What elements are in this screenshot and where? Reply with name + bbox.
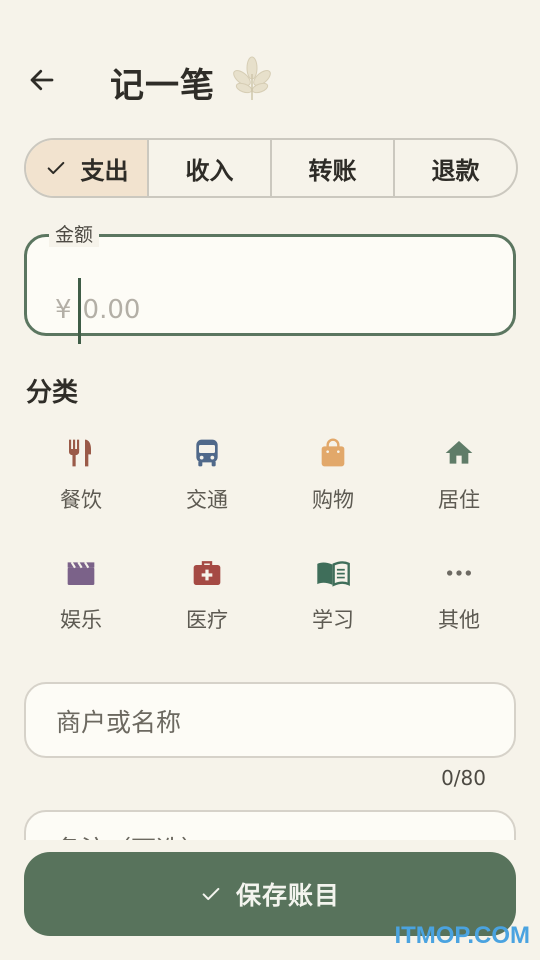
bus-icon xyxy=(190,436,224,470)
category-label: 其他 xyxy=(438,608,480,632)
app-header: 记一笔 xyxy=(0,44,540,114)
text-cursor xyxy=(77,278,81,344)
category-label: 娱乐 xyxy=(60,608,102,632)
tab-label: 支出 xyxy=(80,156,129,185)
medical-kit-icon xyxy=(190,556,224,590)
amount-field[interactable]: 金额 ¥ 0.00 xyxy=(24,223,516,344)
category-section-title: 分类 xyxy=(26,378,79,408)
merchant-field[interactable] xyxy=(24,682,516,758)
category-label: 交通 xyxy=(186,488,228,512)
tab-label: 退款 xyxy=(431,156,480,185)
category-grid: 餐饮 交通 购物 居住 娱乐 医疗 学习 其他 xyxy=(18,436,522,676)
category-label: 餐饮 xyxy=(60,488,102,512)
watermark: ITMOP.COM xyxy=(394,922,530,949)
category-housing[interactable]: 居住 xyxy=(396,436,522,556)
tab-income[interactable]: 收入 xyxy=(149,140,272,196)
open-book-icon xyxy=(316,556,350,590)
page-title: 记一笔 xyxy=(110,66,215,106)
category-transport[interactable]: 交通 xyxy=(144,436,270,556)
check-icon xyxy=(45,157,67,179)
tab-refund[interactable]: 退款 xyxy=(395,140,516,196)
category-label: 购物 xyxy=(312,488,354,512)
tab-label: 收入 xyxy=(185,156,234,185)
category-dining[interactable]: 餐饮 xyxy=(18,436,144,556)
leaf-icon xyxy=(233,56,271,100)
category-label: 医疗 xyxy=(186,608,228,632)
utensils-icon xyxy=(64,436,98,470)
amount-label: 金额 xyxy=(49,223,100,247)
tab-label: 转账 xyxy=(308,156,357,185)
currency-symbol: ¥ xyxy=(55,295,72,325)
merchant-input[interactable] xyxy=(56,704,486,740)
amount-placeholder: 0.00 xyxy=(82,295,141,325)
clapperboard-icon xyxy=(64,556,98,590)
category-shopping[interactable]: 购物 xyxy=(270,436,396,556)
back-button[interactable] xyxy=(22,60,62,100)
category-study[interactable]: 学习 xyxy=(270,556,396,676)
save-button-label: 保存账目 xyxy=(235,881,340,910)
transaction-type-tabs: 支出 收入 转账 退款 xyxy=(24,138,518,198)
tab-expense[interactable]: 支出 xyxy=(26,140,149,196)
check-icon xyxy=(200,883,222,905)
home-icon xyxy=(442,436,476,470)
more-horizontal-icon xyxy=(442,556,476,590)
character-counter: 0/80 xyxy=(441,766,486,790)
arrow-left-icon xyxy=(30,69,54,91)
shopping-bag-icon xyxy=(316,436,350,470)
category-label: 学习 xyxy=(312,608,354,632)
category-label: 居住 xyxy=(438,488,480,512)
category-entertainment[interactable]: 娱乐 xyxy=(18,556,144,676)
tab-transfer[interactable]: 转账 xyxy=(272,140,395,196)
amount-input[interactable]: ¥ 0.00 xyxy=(55,277,141,344)
category-other[interactable]: 其他 xyxy=(396,556,522,676)
category-medical[interactable]: 医疗 xyxy=(144,556,270,676)
